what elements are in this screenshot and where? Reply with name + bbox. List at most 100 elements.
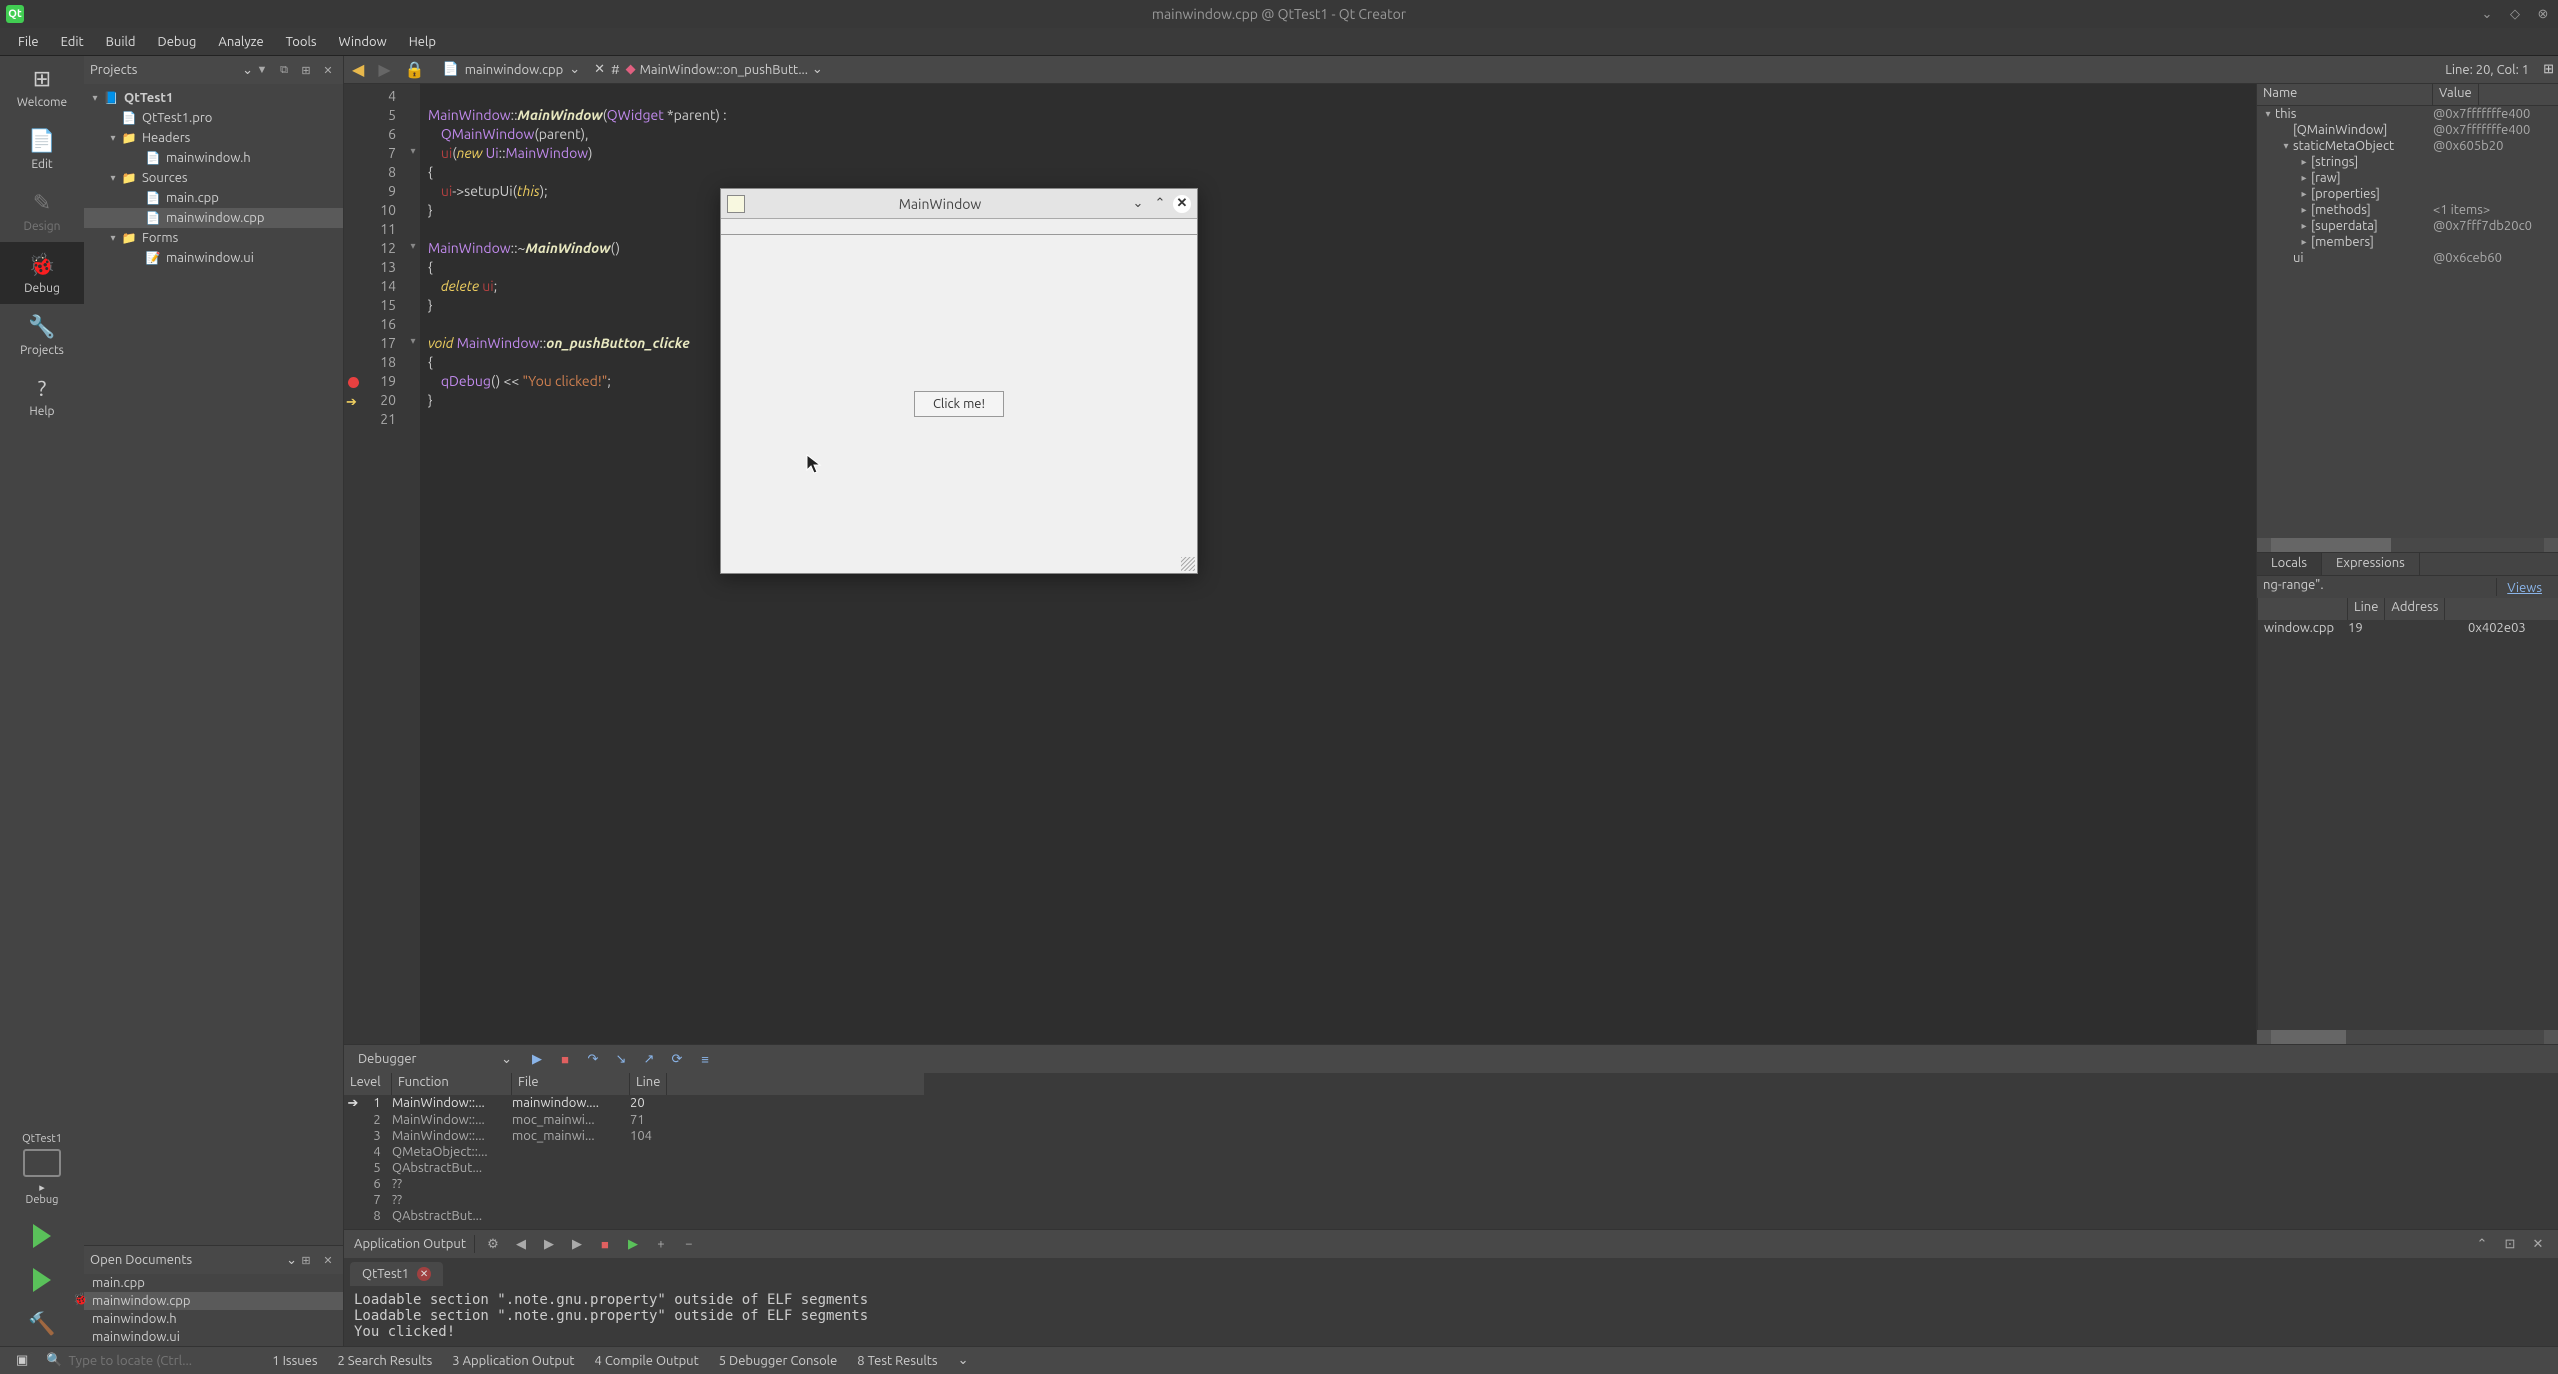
prev-icon[interactable]: ◀ (511, 1235, 531, 1253)
locals-row[interactable]: ▾this@0x7fffffffe400 (2257, 106, 2558, 122)
close-file-button[interactable]: ✕ (594, 62, 605, 77)
resize-grip-icon[interactable] (1181, 557, 1195, 571)
stack-frame[interactable]: 3MainWindow::...moc_mainwi...104 (344, 1128, 924, 1144)
tree-item[interactable]: ▾📁Sources (84, 168, 343, 188)
project-tree[interactable]: ▾📘QtTest1📄QtTest1.pro▾📁Headers📄mainwindo… (84, 84, 343, 1245)
close-panel-icon[interactable]: ✕ (319, 1252, 337, 1268)
menu-window[interactable]: Window (329, 31, 397, 53)
step-over-button[interactable]: ↷ (582, 1049, 604, 1069)
close-icon[interactable]: ⊗ (2534, 5, 2552, 23)
open-doc-item[interactable]: mainwindow.h (84, 1310, 343, 1328)
close-icon[interactable]: ✕ (1173, 195, 1191, 213)
views-button[interactable]: Views (2496, 578, 2552, 596)
maximize-icon[interactable]: ◇ (2506, 5, 2524, 23)
locals-row[interactable]: ▸[properties] (2257, 186, 2558, 202)
close-panel-icon[interactable]: ✕ (319, 62, 337, 78)
code-editor[interactable]: 4567891011121314151617181920➔21 ▾▾▾ Main… (344, 84, 2256, 1044)
stop-debug-button[interactable]: ■ (554, 1049, 576, 1069)
click-me-button[interactable]: Click me! (914, 391, 1004, 417)
threads-pane[interactable]: Line Address window.cpp 19 0x402e03 (2257, 598, 2558, 1030)
open-doc-item[interactable]: mainwindow.cpp (84, 1292, 343, 1310)
locals-row[interactable]: ▸[members] (2257, 234, 2558, 250)
locals-row[interactable]: [QMainWindow]@0x7fffffffe400 (2257, 122, 2558, 138)
restart-button[interactable]: ⟳ (666, 1049, 688, 1069)
locator[interactable]: 🔍 (40, 1353, 260, 1368)
plus-icon[interactable]: + (651, 1235, 671, 1253)
menu-file[interactable]: File (8, 31, 49, 53)
debuggee-window[interactable]: MainWindow ⌄ ⌃ ✕ Click me! (720, 188, 1198, 574)
close-icon[interactable]: ✕ (2528, 1235, 2548, 1253)
tab-locals[interactable]: Locals (2257, 553, 2322, 575)
open-doc-item[interactable]: mainwindow.ui (84, 1328, 343, 1346)
toggle-sidebar-icon[interactable]: ▣ (8, 1350, 36, 1371)
menu-tools[interactable]: Tools (276, 31, 327, 53)
stack-frame[interactable]: ➔1MainWindow::...mainwindow....20 (344, 1095, 924, 1112)
tree-item[interactable]: 📝mainwindow.ui (84, 248, 343, 268)
nav-forward-button[interactable]: ▶ (374, 60, 394, 79)
tab-expressions[interactable]: Expressions (2322, 553, 2420, 575)
tree-item[interactable]: 📄mainwindow.h (84, 148, 343, 168)
horizontal-scrollbar[interactable] (2257, 1030, 2558, 1044)
stop-icon[interactable]: ■ (595, 1235, 615, 1253)
build-button[interactable]: 🔨 (0, 1302, 84, 1346)
thread-row[interactable]: window.cpp 19 0x402e03 (2258, 620, 2558, 636)
locals-row[interactable]: ▸[methods]<1 items> (2257, 202, 2558, 218)
maximize-icon[interactable]: ⌃ (1151, 195, 1169, 213)
status-debugger-console[interactable]: 5 Debugger Console (711, 1351, 846, 1371)
tree-item[interactable]: 📄main.cpp (84, 188, 343, 208)
status-compile[interactable]: 4 Compile Output (587, 1351, 707, 1371)
menu-build[interactable]: Build (96, 31, 146, 53)
locals-tree[interactable]: ▾this@0x7fffffffe400[QMainWindow]@0x7fff… (2257, 106, 2558, 538)
status-test[interactable]: 8 Test Results (849, 1351, 945, 1371)
minus-icon[interactable]: − (679, 1235, 699, 1253)
locals-row[interactable]: ▸[superdata]@0x7fff7db20c0 (2257, 218, 2558, 234)
locals-row[interactable]: ▸[raw] (2257, 170, 2558, 186)
debugger-selector[interactable]: Debugger⌄ (350, 1050, 520, 1069)
menu-edit[interactable]: Edit (51, 31, 94, 53)
split-editor-icon[interactable]: ⊞ (2543, 62, 2554, 77)
step-out-button[interactable]: ↗ (638, 1049, 660, 1069)
close-tab-icon[interactable]: ✕ (417, 1267, 431, 1281)
mode-design[interactable]: ✎Design (0, 180, 84, 242)
stack-frame[interactable]: 5QAbstractBut... (344, 1160, 924, 1176)
continue-button[interactable]: ▶ (526, 1049, 548, 1069)
menu-analyze[interactable]: Analyze (208, 31, 273, 53)
stack-frame[interactable]: 4QMetaObject::... (344, 1144, 924, 1160)
horizontal-scrollbar[interactable] (2257, 538, 2558, 552)
hash-icon[interactable]: # (611, 63, 620, 77)
status-issues[interactable]: 1 Issues (264, 1351, 325, 1371)
run-button[interactable] (0, 1214, 84, 1258)
stack-frame[interactable]: 7?? (344, 1192, 924, 1208)
chevron-down-icon[interactable]: ⌄ (286, 1253, 297, 1268)
locals-row[interactable]: ui@0x6ceb60 (2257, 250, 2558, 266)
menu-debug[interactable]: Debug (148, 31, 207, 53)
locals-row[interactable]: ▾staticMetaObject@0x605b20 (2257, 138, 2558, 154)
file-selector[interactable]: 📄mainwindow.cpp⌄ (435, 60, 589, 79)
open-doc-item[interactable]: main.cpp (84, 1274, 343, 1292)
tree-item[interactable]: ▾📁Headers (84, 128, 343, 148)
status-search[interactable]: 2 Search Results (329, 1351, 440, 1371)
stack-frame[interactable]: 8QAbstractBut... (344, 1208, 924, 1224)
settings-icon[interactable]: ≡ (694, 1049, 716, 1069)
split-icon[interactable]: ⊞ (297, 62, 315, 78)
chevron-down-icon[interactable]: ⌄ (242, 63, 253, 78)
tree-item[interactable]: ▾📘QtTest1 (84, 88, 343, 108)
maximize-icon[interactable]: ⊡ (2500, 1235, 2520, 1253)
mode-edit[interactable]: 📄Edit (0, 118, 84, 180)
stack-frame[interactable]: 2MainWindow::...moc_mainwi...71 (344, 1112, 924, 1128)
kit-selector[interactable]: QtTest1 ▸ Debug (0, 1125, 84, 1214)
filter-icon[interactable]: ⚙ (483, 1235, 503, 1253)
tree-item[interactable]: 📄mainwindow.cpp (84, 208, 343, 228)
mode-welcome[interactable]: ⊞Welcome (0, 56, 84, 118)
debuggee-titlebar[interactable]: MainWindow ⌄ ⌃ ✕ (721, 189, 1197, 219)
step-into-button[interactable]: ↘ (610, 1049, 632, 1069)
tree-item[interactable]: ▾📁Forms (84, 228, 343, 248)
line-column-indicator[interactable]: Line: 20, Col: 1 (2437, 63, 2537, 77)
debug-run-button[interactable]: 🐞 (0, 1258, 84, 1302)
locator-input[interactable] (68, 1353, 238, 1368)
split-icon[interactable]: ⊞ (297, 1252, 315, 1268)
filter-icon[interactable]: ▼ (253, 62, 271, 78)
menu-help[interactable]: Help (399, 31, 446, 53)
rerun-icon[interactable]: ▶ (567, 1235, 587, 1253)
output-tab[interactable]: QtTest1 ✕ (350, 1262, 443, 1286)
